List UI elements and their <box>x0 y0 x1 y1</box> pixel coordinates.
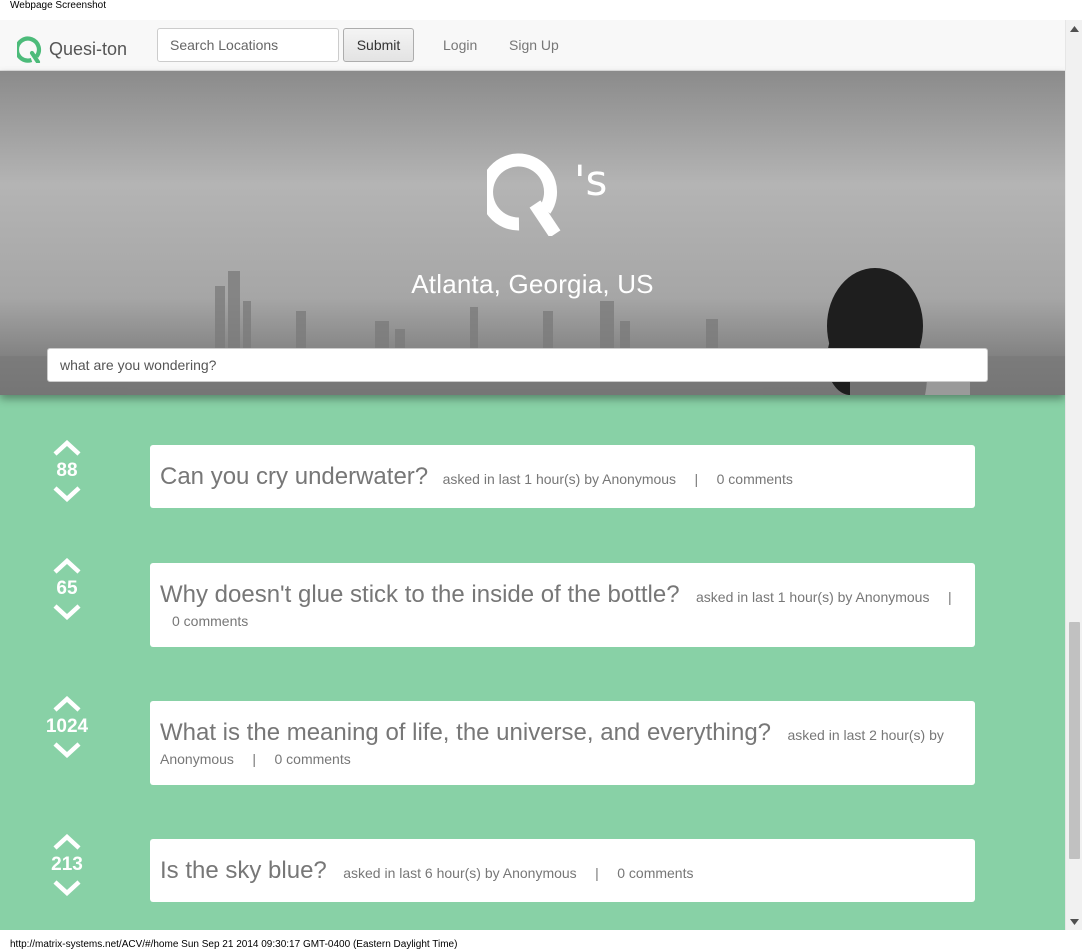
meta-separator: | <box>252 751 257 767</box>
meta-separator: | <box>595 865 599 881</box>
chevron-up-icon[interactable] <box>52 558 82 574</box>
scroll-up-arrow-icon[interactable] <box>1066 20 1082 37</box>
question-asked-info: asked in last 6 hour(s) by Anonymous <box>343 865 577 881</box>
logo-suffix: 's <box>574 156 608 205</box>
vote-count: 65 <box>56 578 78 599</box>
question-card: Is the sky blue? asked in last 6 hour(s)… <box>150 839 975 902</box>
location-title: Atlanta, Georgia, US <box>411 269 654 299</box>
navbar: Quesi-ton Submit Login Sign Up <box>0 20 1065 71</box>
meta-separator: | <box>947 589 952 605</box>
meta-separator: | <box>694 471 699 487</box>
hero-banner: 's Atlanta, Georgia, US <box>0 71 1065 395</box>
question-card: Can you cry underwater? asked in last 1 … <box>150 445 975 508</box>
vote-widget: 88 <box>17 440 117 502</box>
submit-button[interactable]: Submit <box>343 28 414 62</box>
scroll-down-arrow-icon[interactable] <box>1066 913 1082 930</box>
vote-widget: 213 <box>17 834 117 896</box>
question-title[interactable]: Is the sky blue? <box>160 857 327 884</box>
question-card: Why doesn't glue stick to the inside of … <box>150 563 975 647</box>
comments-link[interactable]: 0 comments <box>717 471 793 487</box>
question-title[interactable]: Why doesn't glue stick to the inside of … <box>160 581 680 608</box>
ask-question-input[interactable] <box>47 348 988 382</box>
question-asked-info: asked in last 1 hour(s) by Anonymous <box>442 471 677 487</box>
question-title[interactable]: What is the meaning of life, the univers… <box>160 719 771 746</box>
question-card: What is the meaning of life, the univers… <box>150 701 975 785</box>
vote-count: 1024 <box>45 716 89 737</box>
brand-name: Quesi-ton <box>49 39 128 59</box>
question-asked-info: asked in last 2 hour(s) by <box>787 727 944 743</box>
chevron-up-icon[interactable] <box>52 834 82 850</box>
comments-link[interactable]: 0 comments <box>274 751 350 767</box>
page-url-caption: http://matrix-systems.net/ACV/#/home Sun… <box>10 939 458 950</box>
comments-link[interactable]: 0 comments <box>617 865 693 881</box>
question-title[interactable]: Can you cry underwater? <box>160 463 428 490</box>
browser-viewport: Quesi-ton Submit Login Sign Up <box>0 20 1065 930</box>
question-asked-info: asked in last 1 hour(s) by Anonymous <box>696 589 930 605</box>
vertical-scrollbar[interactable] <box>1065 20 1082 930</box>
chevron-down-icon[interactable] <box>52 486 82 502</box>
brand[interactable]: Quesi-ton <box>17 35 127 63</box>
vote-widget: 65 <box>17 558 117 620</box>
q-logo-icon <box>17 36 42 63</box>
chevron-up-icon[interactable] <box>52 440 82 456</box>
login-link[interactable]: Login <box>443 37 477 53</box>
chevron-up-icon[interactable] <box>52 696 82 712</box>
vote-widget: 1024 <box>17 696 117 758</box>
vote-count: 88 <box>56 460 78 481</box>
chevron-down-icon[interactable] <box>52 742 82 758</box>
chevron-down-icon[interactable] <box>52 604 82 620</box>
question-author: Anonymous <box>160 751 234 767</box>
vote-count: 213 <box>51 854 83 875</box>
signup-link[interactable]: Sign Up <box>509 37 559 53</box>
search-locations-input[interactable] <box>157 28 339 62</box>
comments-link[interactable]: 0 comments <box>172 610 965 632</box>
chevron-down-icon[interactable] <box>52 880 82 896</box>
screenshot-caption: Webpage Screenshot <box>10 0 106 11</box>
scrollbar-thumb[interactable] <box>1069 622 1080 859</box>
